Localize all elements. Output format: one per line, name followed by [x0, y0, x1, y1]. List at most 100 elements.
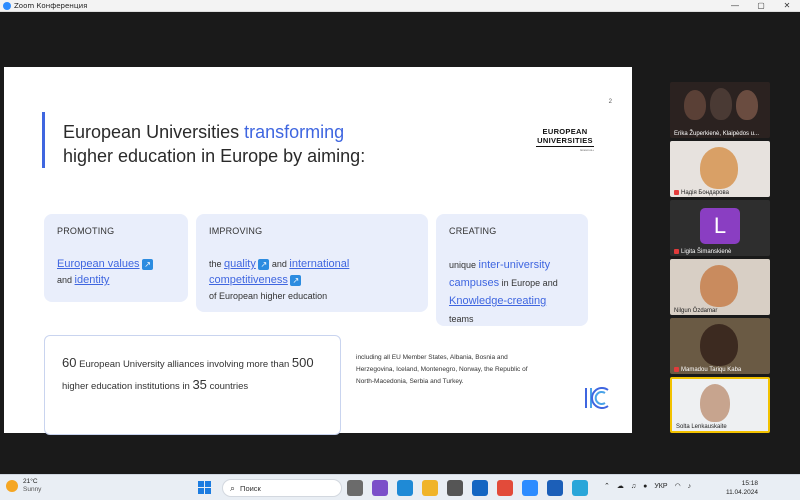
wifi-icon[interactable]: ◠ — [675, 482, 681, 490]
chevron-up-icon[interactable]: ⌃ — [604, 482, 610, 490]
zoom-logo-icon — [3, 1, 11, 10]
logo-line1: EUROPEAN — [542, 127, 588, 136]
volume-icon[interactable]: ♪ — [688, 483, 692, 490]
card-caption: CREATING — [449, 226, 497, 236]
edge-icon[interactable] — [397, 480, 413, 496]
external-link-icon[interactable]: ↗ — [142, 259, 154, 271]
participant-video — [700, 265, 738, 307]
close-button[interactable]: ✕ — [774, 0, 800, 12]
maximize-button[interactable]: ▢ — [748, 0, 774, 12]
slide-number: 2 — [608, 99, 612, 105]
taskbar-clock[interactable]: 15:18 11.04.2024 — [722, 479, 758, 497]
card-promoting: PROMOTING European values ↗ and identity — [44, 214, 188, 302]
participant-video — [710, 88, 732, 120]
card-improving: IMPROVING the quality ↗ and internationa… — [196, 214, 428, 312]
participant-video — [700, 147, 738, 189]
card-caption: IMPROVING — [209, 226, 263, 236]
in-europe-text: in Europe and — [501, 278, 558, 288]
heading-accent-bar — [42, 112, 45, 168]
minimize-button[interactable]: — — [722, 0, 748, 12]
european-values-link[interactable]: European values — [57, 258, 140, 270]
search-placeholder: Поиск — [240, 483, 261, 493]
member-states-text: including all EU Member States, Albania,… — [356, 354, 528, 385]
language-indicator[interactable]: УКР — [654, 483, 667, 490]
campuses-text: campuses — [449, 277, 500, 289]
zoom-icon[interactable] — [522, 480, 538, 496]
headset-icon[interactable]: ♫ — [631, 483, 636, 490]
task-view-icon[interactable] — [347, 480, 363, 496]
muted-mic-icon — [674, 189, 679, 195]
weather-temp: 21°C — [23, 478, 38, 485]
card-caption: PROMOTING — [57, 226, 115, 236]
participant-video — [736, 90, 758, 120]
participant-tile[interactable]: Mamadou Tariqu Kaba — [670, 318, 770, 374]
muted-mic-icon — [674, 366, 679, 372]
participant-tile[interactable]: Надія Бондарова — [670, 141, 770, 197]
participant-name: Mamadou Tariqu Kaba — [681, 367, 742, 373]
system-tray: ⌃ ☁ ♫ ● УКР ◠ ♪ — [604, 482, 698, 491]
participant-tile-active-speaker[interactable]: Solta Lenkauskaite — [670, 377, 770, 433]
participant-name: Erika Župerkienė, Klaipėdos u... — [674, 131, 760, 137]
international-link[interactable]: international — [289, 258, 349, 270]
competitiveness-link[interactable]: competitiveness — [209, 274, 288, 286]
weather-widget[interactable]: 21°C Sunny — [6, 478, 41, 494]
inter-university-text: inter-university — [478, 259, 551, 271]
card-creating: CREATING unique inter-university campuse… — [436, 214, 588, 326]
meeting-stage: 2 European Universities transforming hig… — [0, 12, 800, 474]
logo-line2: UNIVERSITIES — [537, 136, 593, 145]
heading-line2: higher education in Europe by aiming: — [63, 146, 366, 166]
clock-date: 11.04.2024 — [725, 489, 758, 496]
clock-time: 15:18 — [741, 480, 758, 487]
institutions-count: 500 — [291, 355, 314, 370]
title-bar: Zoom Конференция — ▢ ✕ — [0, 0, 800, 12]
european-universities-logo: EUROPEAN UNIVERSITIES Erasmus+ — [536, 127, 594, 152]
heading-pre: European Universities — [63, 122, 245, 142]
institutions-text: higher education institutions in — [62, 381, 190, 392]
countries-text: countries — [209, 381, 249, 392]
teams-text: teams — [449, 314, 474, 324]
quality-link[interactable]: quality — [224, 258, 256, 270]
external-link-icon[interactable]: ↗ — [258, 259, 270, 271]
cloud-icon[interactable]: ☁ — [617, 482, 624, 490]
mic-icon[interactable]: ● — [643, 483, 647, 490]
knowledge-creating-link[interactable]: Knowledge-creating — [449, 295, 546, 307]
external-link-icon[interactable]: ↗ — [290, 275, 302, 287]
muted-mic-icon — [674, 248, 679, 254]
participant-tile[interactable]: Nilgun Özdamar — [670, 259, 770, 315]
taskbar-search[interactable]: ⌕ Поиск — [222, 479, 342, 497]
weather-desc: Sunny — [23, 486, 42, 493]
mail-icon[interactable] — [472, 480, 488, 496]
participant-tile[interactable]: Erika Župerkienė, Klaipėdos u... — [670, 82, 770, 138]
and-text: and — [271, 259, 287, 269]
participant-video — [700, 384, 730, 422]
search-icon: ⌕ — [230, 482, 236, 493]
participant-video — [684, 90, 706, 120]
word-icon[interactable] — [547, 480, 563, 496]
participant-video — [700, 324, 738, 366]
swirl-logo-icon — [585, 387, 609, 409]
slide-heading: European Universities transforming highe… — [63, 120, 483, 168]
alliances-box: 60 European University alliances involvi… — [44, 335, 341, 435]
participant-tile[interactable]: L Ligita Šimanskienė — [670, 200, 770, 256]
windows-taskbar: 21°C Sunny ⌕ Поиск ⌃ ☁ ♫ ● УКР ◠ ♪ 15:18… — [0, 474, 800, 500]
and-text: and — [57, 275, 73, 285]
participant-avatar: L — [700, 208, 740, 244]
app-icon[interactable] — [572, 480, 588, 496]
file-explorer-icon[interactable] — [422, 480, 438, 496]
alliances-count: 60 — [62, 355, 77, 370]
the-text: the — [209, 259, 222, 269]
store-icon[interactable] — [447, 480, 463, 496]
alliances-text: European University alliances involving … — [79, 359, 290, 370]
participant-name: Надія Бондарова — [681, 190, 729, 196]
participant-name: Nilgun Özdamar — [674, 308, 718, 314]
participant-name: Ligita Šimanskienė — [681, 249, 732, 255]
start-button-icon[interactable] — [198, 481, 211, 494]
logo-rule — [536, 146, 594, 147]
participant-name: Solta Lenkauskaite — [676, 424, 727, 430]
teams-icon[interactable] — [372, 480, 388, 496]
unique-text: unique — [449, 260, 477, 270]
chrome-icon[interactable] — [497, 480, 513, 496]
sun-icon — [6, 480, 18, 492]
shared-slide: 2 European Universities transforming hig… — [4, 67, 632, 435]
identity-link[interactable]: identity — [75, 274, 110, 286]
